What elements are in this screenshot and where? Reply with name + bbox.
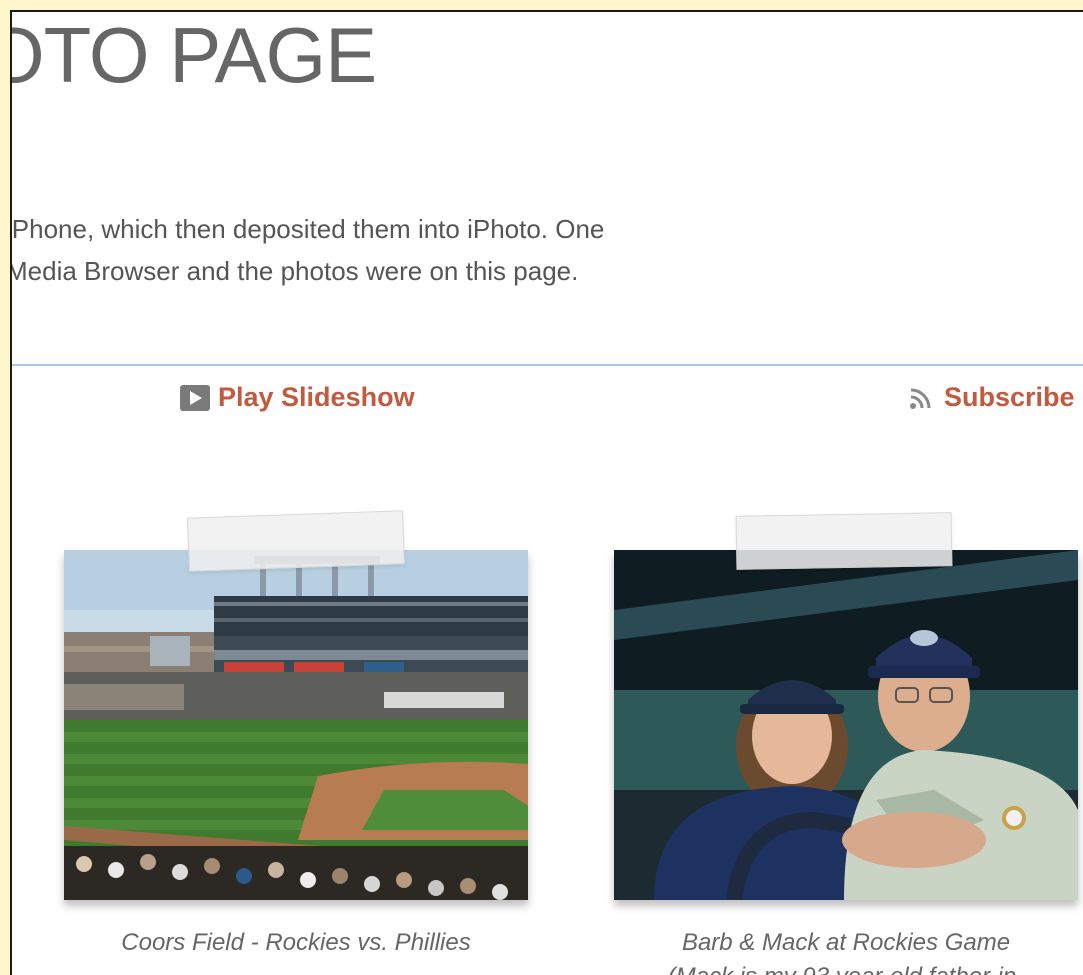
photo-barb-mack[interactable] <box>614 550 1078 900</box>
caption-line: Coors Field - Rockies vs. Phillies <box>121 929 471 956</box>
photo-caption: Coors Field - Rockies vs. Phillies <box>36 926 556 960</box>
photo-stadium[interactable] <box>64 550 528 900</box>
caption-line: Barb & Mack at Rockies Game <box>681 929 1011 956</box>
subscribe-link[interactable]: Subscribe <box>908 382 1075 413</box>
page-title: OTO PAGE <box>10 11 377 99</box>
rss-icon <box>908 385 934 411</box>
photo-tape <box>187 510 405 572</box>
divider <box>12 364 1083 366</box>
window-frame: OTO PAGE iPhone, which then deposited th… <box>0 0 1083 975</box>
photo-page: OTO PAGE iPhone, which then deposited th… <box>10 10 1083 975</box>
photo-card-coors-field[interactable]: Coors Field - Rockies vs. Phillies <box>64 510 528 970</box>
play-icon <box>180 384 210 411</box>
caption-line: (Mack is my 93 year-old father-in- <box>586 960 1083 975</box>
photo-tape <box>735 512 953 570</box>
subscribe-label: Subscribe <box>944 382 1075 412</box>
intro-line: iPhone, which then deposited them into i… <box>10 214 605 244</box>
play-slideshow-link[interactable]: Play Slideshow <box>180 382 415 413</box>
intro-line: Media Browser and the photos were on thi… <box>10 256 579 286</box>
intro-text: iPhone, which then deposited them into i… <box>10 208 826 292</box>
play-slideshow-label: Play Slideshow <box>218 382 415 412</box>
photo-caption: Barb & Mack at Rockies Game (Mack is my … <box>586 926 1083 975</box>
photo-card-barb-mack[interactable]: Barb & Mack at Rockies Game (Mack is my … <box>614 512 1078 975</box>
